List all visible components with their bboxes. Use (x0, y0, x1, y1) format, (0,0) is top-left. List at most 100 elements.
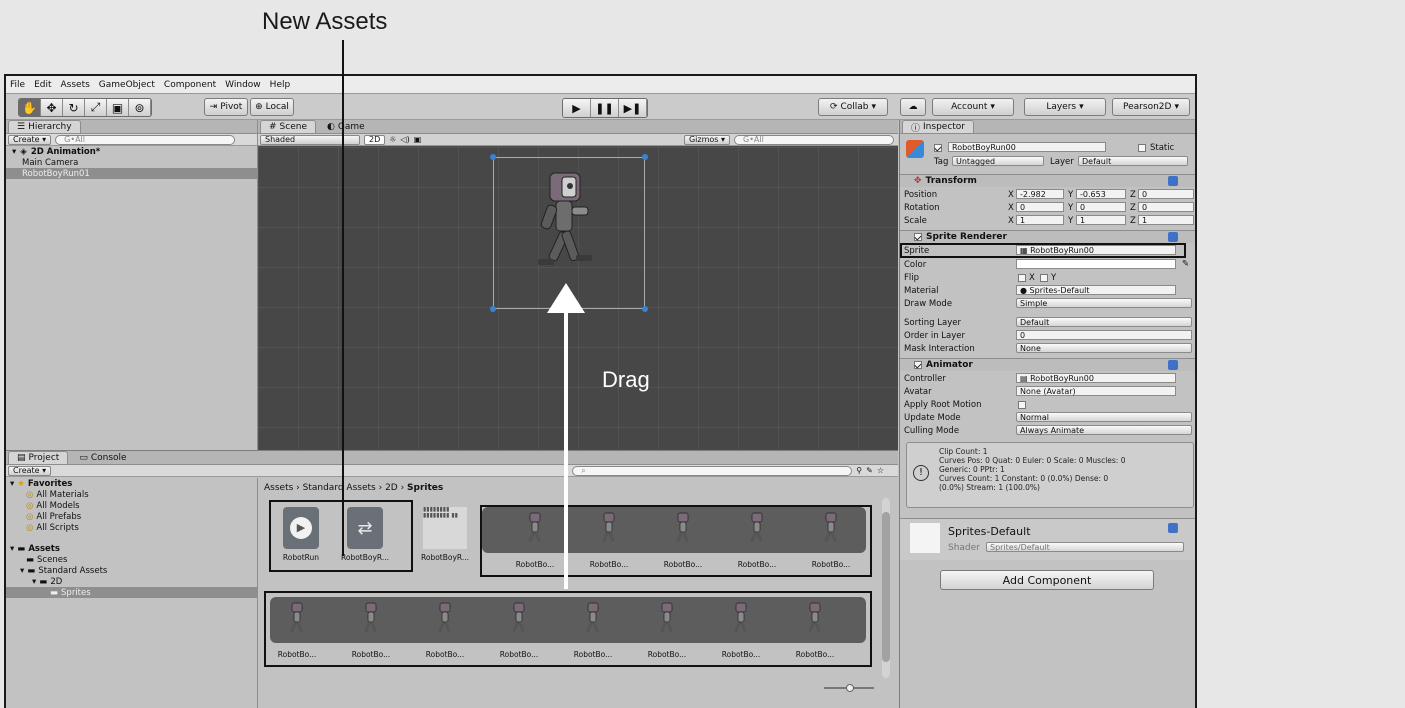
sprite-frame-asset[interactable]: RobotBo... (658, 507, 708, 569)
rect-handle[interactable] (490, 306, 496, 312)
favorite-item[interactable]: ◎ All Prefabs (6, 511, 257, 522)
tab-scene[interactable]: # Scene (260, 120, 316, 133)
step-icon[interactable]: ▶❚ (619, 99, 647, 117)
transform-tool-icon[interactable]: ⊚ (129, 99, 151, 116)
pivot-button[interactable]: ⇥ Pivot (204, 98, 248, 116)
light-toggle-icon[interactable]: ☼ (389, 135, 396, 144)
assets-row[interactable]: ▾ ▬ Assets (6, 543, 257, 554)
tab-hierarchy[interactable]: ☰ Hierarchy (8, 120, 81, 133)
rect-handle[interactable] (490, 154, 496, 160)
sprite-frame-asset[interactable]: RobotBo... (642, 597, 692, 659)
collab-button[interactable]: ⟳ Collab ▾ (818, 98, 888, 116)
menu-assets[interactable]: Assets (61, 80, 90, 90)
tab-project[interactable]: ▤ Project (8, 451, 69, 464)
tab-inspector[interactable]: ⓘ Inspector (902, 120, 974, 134)
rotation-z-field[interactable]: 0 (1138, 202, 1194, 212)
sprite-frame-asset[interactable]: RobotBo... (272, 597, 322, 659)
breadcrumb-2d[interactable]: 2D (385, 483, 398, 493)
culling-mode-dropdown[interactable]: Always Animate (1016, 425, 1192, 435)
scene-search-input[interactable]: G•All (734, 134, 894, 145)
eyedropper-icon[interactable]: ✎ (1182, 259, 1189, 269)
layers-button[interactable]: Layers ▾ (1024, 98, 1106, 116)
hierarchy-item-main-camera[interactable]: Main Camera (6, 157, 257, 168)
rotation-y-field[interactable]: 0 (1076, 202, 1126, 212)
scale-z-field[interactable]: 1 (1138, 215, 1194, 225)
asset-sprite-sheet[interactable]: ▮▮▮▮▮▮▮▮ ▮▮▮▮▮▮▮▮ ▮▮ RobotBoyR... (420, 507, 470, 569)
menu-window[interactable]: Window (225, 80, 261, 90)
draw-mode-dropdown[interactable]: Simple (1016, 298, 1192, 308)
sorting-layer-dropdown[interactable]: Default (1016, 317, 1192, 327)
help-book-icon[interactable] (1168, 523, 1178, 533)
layer-dropdown[interactable]: Default (1078, 156, 1188, 166)
shader-dropdown[interactable]: Sprites/Default (986, 542, 1184, 552)
mask-interaction-dropdown[interactable]: None (1016, 343, 1192, 353)
position-y-field[interactable]: -0.653 (1076, 189, 1126, 199)
sprite-frame-asset[interactable]: RobotBo... (806, 507, 856, 569)
material-field[interactable]: ● Sprites-Default (1016, 285, 1176, 295)
favorite-item[interactable]: ◎ All Models (6, 500, 257, 511)
color-field[interactable] (1016, 259, 1176, 269)
rect-tool-icon[interactable]: ▣ (107, 99, 129, 116)
add-component-button[interactable]: Add Component (940, 570, 1154, 590)
tab-game[interactable]: ◐ Game (318, 120, 374, 133)
sprite-frame-asset[interactable]: RobotBo... (420, 597, 470, 659)
sprite-frame-asset[interactable]: RobotBo... (732, 507, 782, 569)
breadcrumb-standard-assets[interactable]: Standard Assets (303, 483, 376, 493)
star-icon[interactable]: ☆ (877, 466, 884, 475)
position-z-field[interactable]: 0 (1138, 189, 1194, 199)
audio-toggle-icon[interactable]: ◁) (400, 135, 409, 144)
mode-2d-toggle[interactable]: 2D (364, 134, 386, 145)
folder-item[interactable]: ▾ ▬ 2D (6, 576, 257, 587)
update-mode-dropdown[interactable]: Normal (1016, 412, 1192, 422)
static-checkbox[interactable] (1138, 144, 1146, 152)
folder-item[interactable]: ▬ Scenes (6, 554, 257, 565)
help-book-icon[interactable] (1168, 232, 1178, 242)
sprite-frame-asset[interactable]: RobotBo... (790, 597, 840, 659)
sprite-frame-asset[interactable]: RobotBo... (584, 507, 634, 569)
scale-tool-icon[interactable]: ⤢ (85, 99, 107, 116)
account-button[interactable]: Account ▾ (932, 98, 1014, 116)
flip-y-checkbox[interactable] (1040, 274, 1048, 282)
rotate-tool-icon[interactable]: ↻ (63, 99, 85, 116)
menu-edit[interactable]: Edit (34, 80, 51, 90)
scale-x-field[interactable]: 1 (1016, 215, 1064, 225)
object-name-field[interactable]: RobotBoyRun00 (948, 142, 1106, 152)
project-search-input[interactable]: ⌕ (572, 465, 853, 476)
hierarchy-item-robotboyrun01[interactable]: RobotBoyRun01 (6, 168, 257, 179)
play-icon[interactable]: ▶ (563, 99, 591, 117)
breadcrumb-assets[interactable]: Assets (264, 483, 293, 493)
position-x-field[interactable]: -2.982 (1016, 189, 1064, 199)
apply-root-motion-checkbox[interactable] (1018, 401, 1026, 409)
scene-root-row[interactable]: ▾ ◈ 2D Animation* (6, 146, 257, 157)
hierarchy-create-dropdown[interactable]: Create ▾ (8, 134, 52, 145)
filter-label-icon[interactable]: ✎ (866, 466, 873, 475)
slider-knob[interactable] (846, 684, 854, 692)
hierarchy-search-input[interactable]: G•All (55, 134, 236, 145)
avatar-field[interactable]: None (Avatar) (1016, 386, 1176, 396)
order-in-layer-field[interactable]: 0 (1016, 330, 1192, 340)
gizmos-dropdown[interactable]: Gizmos ▾ (683, 134, 730, 145)
layout-button[interactable]: Pearson2D ▾ (1112, 98, 1190, 116)
breadcrumb-sprites[interactable]: Sprites (407, 483, 443, 493)
rect-handle[interactable] (642, 306, 648, 312)
favorite-item[interactable]: ◎ All Scripts (6, 522, 257, 533)
favorite-item[interactable]: ◎ All Materials (6, 489, 257, 500)
rotation-x-field[interactable]: 0 (1016, 202, 1064, 212)
scrollbar-vertical[interactable] (882, 498, 890, 678)
sprite-frame-asset[interactable]: RobotBo... (494, 597, 544, 659)
object-active-checkbox[interactable] (934, 144, 942, 152)
sprite-renderer-header[interactable]: Sprite Renderer (900, 230, 1195, 243)
filter-type-icon[interactable]: ⚲ (856, 466, 862, 475)
folder-item-sprites[interactable]: ▬ Sprites (6, 587, 257, 598)
effects-toggle-icon[interactable]: ▣ (414, 135, 422, 144)
menu-gameobject[interactable]: GameObject (99, 80, 155, 90)
project-create-dropdown[interactable]: Create ▾ (8, 465, 52, 476)
scale-y-field[interactable]: 1 (1076, 215, 1126, 225)
animator-header[interactable]: Animator (900, 358, 1195, 371)
tab-console[interactable]: ▭ Console (70, 451, 136, 464)
pause-icon[interactable]: ❚❚ (591, 99, 619, 117)
asset-robotboyr-controller[interactable]: ⇄ RobotBoyR... (340, 507, 390, 569)
flip-x-checkbox[interactable] (1018, 274, 1026, 282)
robot-sprite[interactable] (528, 167, 598, 297)
cloud-button[interactable]: ☁ (900, 98, 926, 116)
